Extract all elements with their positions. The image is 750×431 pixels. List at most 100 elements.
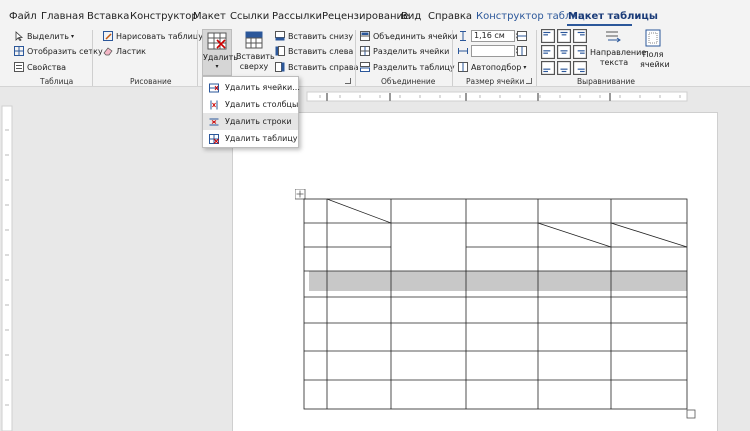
active-tab-indicator [567,24,632,26]
align-middle-right-icon[interactable] [573,45,587,59]
menu-bar: Файл Главная Вставка Конструктор Макет С… [0,0,750,27]
align-middle-left-icon[interactable] [541,45,555,59]
column-width-icon [458,48,468,54]
tab-file[interactable]: Файл [9,11,37,23]
eraser-icon [103,47,113,56]
cell-margins-label: Поля ячейки [640,50,670,69]
tab-layout[interactable]: Макет [193,11,226,23]
delete-rows-item[interactable]: Удалить строки [203,113,298,130]
cell-width-input[interactable] [471,45,515,57]
align-bottom-left-icon[interactable] [541,61,555,75]
tab-table-layout[interactable]: Макет таблицы [568,11,658,23]
group-separator [355,30,356,86]
chevron-down-icon: ▾ [215,63,219,70]
table-resize-handle[interactable] [686,409,696,419]
gridlines-button[interactable]: Отобразить сетку [14,44,103,58]
align-bottom-right-icon[interactable] [573,61,587,75]
group-separator [92,30,93,86]
insert-above-label: Вставить сверху [236,52,275,71]
group-label-cell-size: Размер ячейки [466,77,525,86]
cursor-icon [15,31,24,41]
insert-right-icon [275,62,285,72]
text-direction-button[interactable]: Направление текста [590,29,646,74]
tab-mailings[interactable]: Рассылки [272,11,322,23]
delete-columns-item[interactable]: Удалить столбцы [203,96,298,113]
merge-cells-icon [360,31,370,41]
delete-table-item[interactable]: Удалить таблицу [203,130,298,147]
insert-left-label: Вставить слева [288,46,354,56]
properties-icon [14,62,24,72]
split-table-button[interactable]: Разделить таблицу [360,60,455,74]
document-table[interactable] [295,189,700,421]
delete-table-icon [209,133,219,144]
row-height-icon [460,31,466,41]
distribute-rows-button[interactable] [517,29,530,43]
align-middle-center-icon[interactable] [557,45,571,59]
group-separator [452,30,453,86]
delete-columns-icon [210,100,218,109]
insert-right-button[interactable]: Вставить справа [275,60,359,74]
delete-button[interactable]: Удалить ▾ [202,29,238,76]
tab-view[interactable]: Вид [401,11,421,23]
group-label-draw: Рисование [130,77,172,86]
cell-width-control: ▲▼ [458,44,520,58]
distribute-columns-icon [517,46,527,56]
delete-rows-icon [209,118,219,125]
delete-cells-icon [209,83,219,92]
horizontal-ruler [0,88,750,102]
tab-review[interactable]: Рецензирование [322,11,409,23]
group-label-alignment: Выравнивание [577,77,636,86]
tab-help[interactable]: Справка [428,11,472,23]
distribute-rows-icon [517,31,527,41]
split-cells-button[interactable]: Разделить ячейки [360,44,449,58]
autofit-button[interactable]: Автоподбор ▾ [458,60,526,74]
rows-columns-launcher[interactable] [345,78,351,84]
insert-above-button[interactable]: Вставить сверху [236,29,275,76]
delete-columns-label: Удалить столбцы [225,100,299,109]
group-label-table: Таблица [40,77,74,86]
alignment-grid [541,29,589,75]
align-top-left-icon[interactable] [541,29,555,43]
chevron-down-icon: ▾ [70,32,74,40]
split-cells-label: Разделить ячейки [373,46,450,56]
ruler-ticks [306,91,688,102]
group-separator [197,30,198,86]
tab-design[interactable]: Конструктор [130,11,198,23]
autofit-label: Автоподбор [471,62,522,72]
cell-size-launcher[interactable] [526,78,532,84]
align-top-center-icon[interactable] [557,29,571,43]
grid-icon [14,46,24,56]
tab-home[interactable]: Главная [41,11,84,23]
delete-cells-item[interactable]: Удалить ячейки... [203,79,300,96]
delete-cells-label: Удалить ячейки... [225,83,300,92]
cell-margins-button[interactable]: Поля ячейки [640,29,670,74]
insert-below-icon [275,31,285,41]
distribute-columns-button[interactable] [517,44,530,58]
pencil-icon [103,31,113,41]
chevron-down-icon: ▾ [523,63,527,71]
delete-rows-label: Удалить строки [225,117,292,126]
draw-table-button[interactable]: Нарисовать таблицу [103,29,203,43]
align-bottom-center-icon[interactable] [557,61,571,75]
properties-button[interactable]: Свойства [14,60,66,74]
tab-insert[interactable]: Вставка [87,11,129,23]
insert-left-button[interactable]: Вставить слева [275,44,353,58]
draw-table-label: Нарисовать таблицу [116,31,204,41]
tab-references[interactable]: Ссылки [230,11,269,23]
delete-table-label: Удалить таблицу [225,134,298,143]
select-button[interactable]: Выделить ▾ [14,29,74,43]
eraser-button[interactable]: Ластик [103,44,146,58]
insert-below-button[interactable]: Вставить снизу [275,29,353,43]
cell-height-input[interactable]: 1,16 см [471,30,515,42]
insert-above-icon [245,31,263,49]
table-grid [303,198,688,410]
split-table-label: Разделить таблицу [373,62,455,72]
eraser-label: Ластик [116,46,147,56]
merge-cells-button[interactable]: Объединить ячейки [360,29,458,43]
select-label: Выделить [27,31,69,41]
align-top-right-icon[interactable] [573,29,587,43]
vertical-ruler [0,100,14,431]
insert-below-label: Вставить снизу [288,31,354,41]
autofit-icon [458,62,468,72]
cell-height-control: 1,16 см ▲▼ [458,29,520,43]
